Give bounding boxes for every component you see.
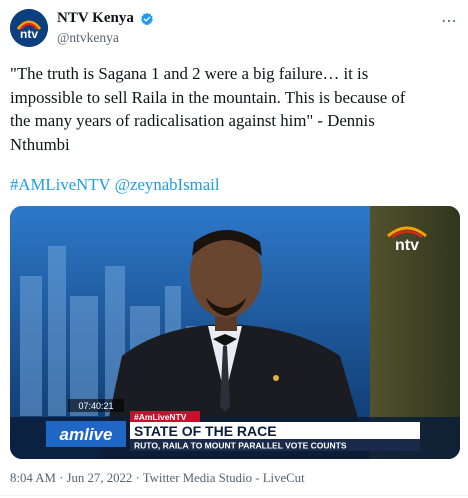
tweet-header: ntv NTV Kenya @ntvkenya ⋯ <box>10 9 458 49</box>
ticker-headline: STATE OF THE RACE <box>134 423 277 439</box>
divider <box>0 495 468 496</box>
video-timestamp: 07:40:21 <box>78 401 113 411</box>
more-options-icon[interactable]: ⋯ <box>441 11 458 30</box>
verified-badge-icon <box>140 12 153 25</box>
author-names: NTV Kenya @ntvkenya <box>57 9 154 47</box>
ticker-subheadline: RUTO, RAILA TO MOUNT PARALLEL VOTE COUNT… <box>134 441 347 451</box>
video-frame: ntv 07:40:21 amlive #AmLiveNTV STATE OF … <box>10 206 460 459</box>
avatar-logo-text: ntv <box>20 27 38 41</box>
show-logo: amlive <box>60 425 113 444</box>
lower-third: amlive #AmLiveNTV STATE OF THE RACE RUTO… <box>10 411 460 459</box>
tweet-meta: 8:04 AM · Jun 27, 2022 · Twitter Media S… <box>10 471 305 486</box>
tweet-time[interactable]: 8:04 AM <box>10 471 56 485</box>
hashtag-link[interactable]: #AMLiveNTV <box>10 175 110 194</box>
mention-link[interactable]: @zeynabIsmail <box>115 175 220 194</box>
meta-separator: · <box>55 471 67 485</box>
video-player[interactable]: ntv 07:40:21 amlive #AmLiveNTV STATE OF … <box>10 206 460 459</box>
tweet-text: "The truth is Sagana 1 and 2 were a big … <box>10 64 406 154</box>
ntv-logo-icon: ntv <box>10 9 48 47</box>
meta-separator-2: · <box>132 471 143 485</box>
tweet-links: #AMLiveNTV @zeynabIsmail <box>10 174 220 196</box>
tweet-source[interactable]: Twitter Media Studio - LiveCut <box>143 471 305 485</box>
avatar[interactable]: ntv <box>10 9 48 47</box>
display-name[interactable]: NTV Kenya <box>57 9 134 28</box>
tweet-date[interactable]: Jun 27, 2022 <box>67 471 133 485</box>
handle[interactable]: @ntvkenya <box>57 29 154 47</box>
channel-logo-text: ntv <box>395 237 419 254</box>
ticker-tag: #AmLiveNTV <box>134 412 187 422</box>
